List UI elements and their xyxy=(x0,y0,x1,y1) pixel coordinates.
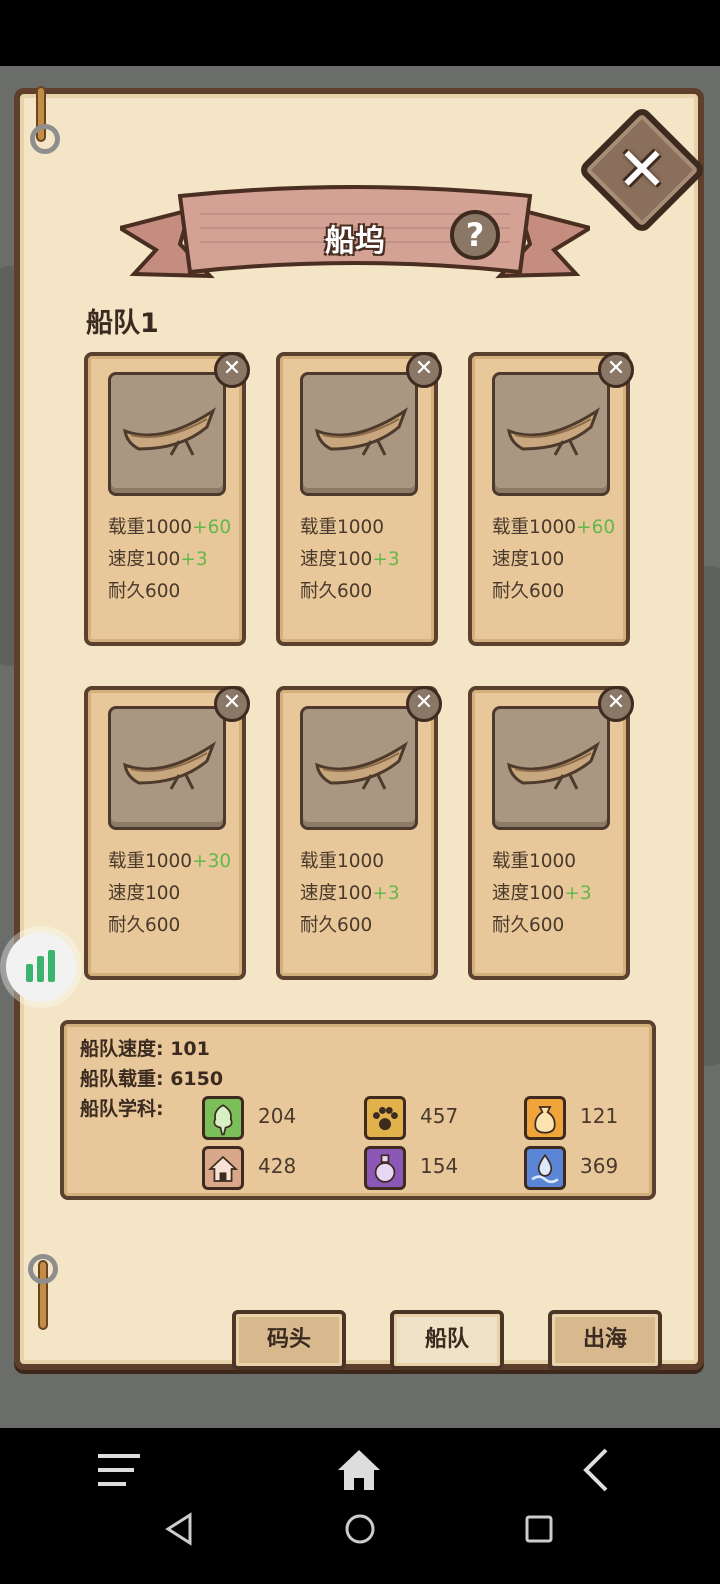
ship-speed: 速度100 xyxy=(108,883,181,904)
ship-durability: 耐久600 xyxy=(300,581,373,602)
speed-bonus: +3 xyxy=(564,883,592,904)
tree-icon xyxy=(202,1096,244,1140)
back-arrow-icon[interactable] xyxy=(580,1448,610,1492)
remove-ship-button[interactable]: ✕ xyxy=(214,686,250,722)
system-navigation xyxy=(0,1428,720,1584)
tab-sail[interactable]: 出海 xyxy=(548,1310,662,1370)
boat-icon xyxy=(123,741,217,790)
fleet-subjects-label: 船队学科: xyxy=(80,1098,164,1120)
ship-card[interactable]: ✕ 载重1000+60 速度100+3 耐久600 xyxy=(84,352,250,646)
ship-capacity: 载重1000+60 xyxy=(108,517,232,538)
ship-durability: 耐久600 xyxy=(492,581,565,602)
ship-slot xyxy=(492,706,610,830)
menu-icon[interactable] xyxy=(96,1450,142,1490)
ship-capacity: 载重1000+60 xyxy=(492,517,616,538)
ship-card[interactable]: ✕ 载重1000 速度100+3 耐久600 xyxy=(468,686,634,980)
recents-square-icon[interactable] xyxy=(524,1514,554,1544)
home-circle-icon[interactable] xyxy=(344,1512,376,1546)
ship-slot xyxy=(300,706,418,830)
help-button[interactable]: ? xyxy=(450,210,500,260)
game-screen: 主角 怪兽 包 船坞 ? ✕ 船队1 ✕载重1000+60速度100+3耐久60… xyxy=(0,66,720,1428)
ship-speed: 速度100 xyxy=(492,549,565,570)
ship-card[interactable]: ✕ 载重1000+60 速度100 耐久600 xyxy=(468,352,634,646)
home-icon[interactable] xyxy=(336,1448,382,1492)
fleet-summary: 船队速度: 101 船队载重: 6150 船队学科: 204 457 121 428 1… xyxy=(60,1020,656,1200)
ship-speed: 速度100+3 xyxy=(300,883,400,904)
subject-value: 121 xyxy=(580,1104,619,1128)
speed-bonus: +3 xyxy=(372,883,400,904)
fleet-speed: 船队速度: 101 xyxy=(80,1038,210,1060)
ship-capacity: 载重1000+30 xyxy=(108,851,232,872)
ship-speed: 速度100+3 xyxy=(492,883,592,904)
speed-bonus: +3 xyxy=(180,549,208,570)
tab-dock[interactable]: 码头 xyxy=(232,1310,346,1370)
ship-card[interactable]: ✕ 载重1000 速度100+3 耐久600 xyxy=(276,352,442,646)
ship-stats: 载重1000 速度100+3 耐久600 xyxy=(492,846,592,942)
capacity-bonus: +60 xyxy=(576,517,616,538)
ship-stats: 载重1000 速度100+3 耐久600 xyxy=(300,512,400,608)
money-bag-icon xyxy=(524,1096,566,1140)
remove-ship-button[interactable]: ✕ xyxy=(598,686,634,722)
ship-slot xyxy=(108,706,226,830)
ship-slot xyxy=(300,372,418,496)
bar-chart-icon xyxy=(26,950,55,982)
back-triangle-icon[interactable] xyxy=(164,1512,194,1546)
title-ribbon: 船坞 ? xyxy=(114,184,596,294)
ship-capacity: 载重1000 xyxy=(300,851,385,872)
panel-title: 船坞 xyxy=(325,224,385,259)
ship-stats: 载重1000+30 速度100 耐久600 xyxy=(108,846,231,942)
subject-value: 154 xyxy=(420,1154,459,1178)
boat-icon xyxy=(507,741,601,790)
remove-ship-button[interactable]: ✕ xyxy=(214,352,250,388)
subject-value: 428 xyxy=(258,1154,297,1178)
fleet-capacity: 船队载重: 6150 xyxy=(80,1068,224,1090)
subject-value: 457 xyxy=(420,1104,459,1128)
ship-durability: 耐久600 xyxy=(300,915,373,936)
ship-slot xyxy=(108,372,226,496)
ship-card[interactable]: ✕ 载重1000+30 速度100 耐久600 xyxy=(84,686,250,980)
boat-icon xyxy=(123,407,217,456)
ship-stats: 载重1000 速度100+3 耐久600 xyxy=(300,846,400,942)
ship-durability: 耐久600 xyxy=(108,915,181,936)
boat-icon xyxy=(507,407,601,456)
speed-bonus: +3 xyxy=(372,549,400,570)
house-icon xyxy=(202,1146,244,1190)
ship-durability: 耐久600 xyxy=(108,581,181,602)
subject-value: 369 xyxy=(580,1154,619,1178)
stats-floating-button[interactable] xyxy=(6,932,76,1002)
capacity-bonus: +30 xyxy=(192,851,232,872)
ship-stats: 载重1000+60 速度100+3 耐久600 xyxy=(108,512,231,608)
ring-decoration xyxy=(28,1254,58,1284)
subject-value: 204 xyxy=(258,1104,297,1128)
close-icon: ✕ xyxy=(616,135,668,205)
ship-slot xyxy=(492,372,610,496)
boat-icon xyxy=(315,407,409,456)
ship-speed: 速度100+3 xyxy=(300,549,400,570)
remove-ship-button[interactable]: ✕ xyxy=(406,352,442,388)
fleet-name: 船队1 xyxy=(86,308,159,339)
water-icon xyxy=(524,1146,566,1190)
ring-decoration xyxy=(30,124,60,154)
capacity-bonus: +60 xyxy=(192,517,232,538)
ship-capacity: 载重1000 xyxy=(300,517,385,538)
remove-ship-button[interactable]: ✕ xyxy=(406,686,442,722)
ship-speed: 速度100+3 xyxy=(108,549,208,570)
tab-fleet[interactable]: 船队 xyxy=(390,1310,504,1370)
ship-card[interactable]: ✕ 载重1000 速度100+3 耐久600 xyxy=(276,686,442,980)
potion-icon xyxy=(364,1146,406,1190)
remove-ship-button[interactable]: ✕ xyxy=(598,352,634,388)
ship-capacity: 载重1000 xyxy=(492,851,577,872)
ship-durability: 耐久600 xyxy=(492,915,565,936)
boat-icon xyxy=(315,741,409,790)
paw-icon xyxy=(364,1096,406,1140)
ship-stats: 载重1000+60 速度100 耐久600 xyxy=(492,512,615,608)
